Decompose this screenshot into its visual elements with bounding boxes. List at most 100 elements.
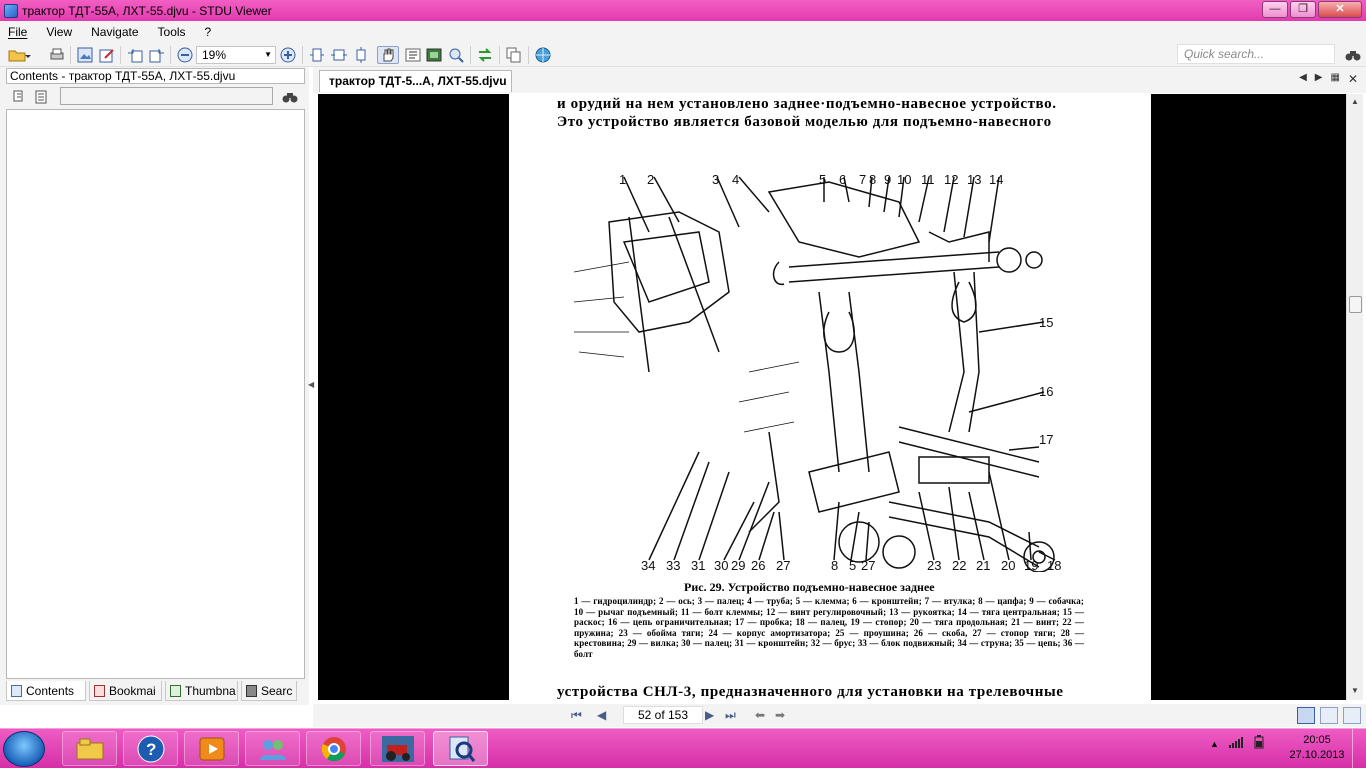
collapse-tree-icon[interactable]	[34, 88, 50, 106]
fig-label-29: 29	[731, 558, 745, 572]
menu-navigate[interactable]: Navigate	[91, 25, 138, 39]
rotate-right-icon[interactable]	[148, 46, 166, 64]
fit-page-icon[interactable]	[308, 46, 326, 64]
contents-panel: Contents - трактор ТДТ-55А, ЛХТ-55.djvu …	[0, 67, 309, 705]
fig-label-14: 14	[989, 172, 1003, 187]
tab-next-icon[interactable]: ▶	[1315, 72, 1323, 86]
fit-width-icon[interactable]	[330, 46, 348, 64]
document-tab[interactable]: трактор ТДТ-5...А, ЛХТ-55.djvu	[319, 70, 512, 92]
show-desktop-button[interactable]	[1352, 729, 1366, 768]
scroll-up-icon[interactable]: ▲	[1351, 97, 1359, 106]
chevron-down-icon: ▼	[264, 50, 272, 59]
snapshot-icon[interactable]	[425, 46, 443, 64]
tab-thumbnails[interactable]: Thumbna	[165, 681, 238, 701]
search-binoculars-icon[interactable]	[1344, 46, 1362, 64]
figure-caption: Рис. 29. Устройство подъемно-навесное за…	[684, 580, 935, 594]
maximize-button[interactable]: ❐	[1290, 1, 1316, 18]
zoom-out-icon[interactable]	[176, 46, 194, 64]
battery-icon[interactable]	[1253, 735, 1265, 752]
fig-label-10: 10	[897, 172, 911, 187]
panel-tabs: Contents Bookmai Thumbna Searc	[6, 681, 305, 703]
panel-splitter-arrow-icon[interactable]: ◀	[308, 380, 314, 389]
text-select-icon[interactable]	[404, 46, 422, 64]
svg-text:?: ?	[146, 740, 156, 759]
history-forward-icon[interactable]: ➡	[775, 708, 785, 722]
media-player-taskbar-icon[interactable]	[184, 731, 239, 766]
zoom-in-icon[interactable]	[279, 46, 297, 64]
fig-label-1: 1	[619, 172, 626, 187]
tab-bookmarks-label: Bookmai	[109, 683, 156, 698]
zoom-area-icon[interactable]	[447, 46, 465, 64]
rotate-left-icon[interactable]	[126, 46, 144, 64]
network-signal-icon[interactable]	[1228, 736, 1243, 751]
page-number-field[interactable]: 52 of 153	[623, 706, 703, 724]
close-tab-icon[interactable]: ✕	[1348, 72, 1358, 86]
users-taskbar-icon[interactable]	[245, 731, 300, 766]
fig-label-31: 31	[691, 558, 705, 572]
fit-height-icon[interactable]	[352, 46, 370, 64]
single-page-view-icon[interactable]	[1297, 707, 1315, 724]
contents-tree[interactable]	[6, 109, 305, 679]
hand-tool-icon[interactable]	[377, 46, 399, 64]
clock-date: 27.10.2013	[1289, 749, 1345, 761]
menu-tools[interactable]: Tools	[158, 25, 186, 39]
scroll-down-icon[interactable]: ▼	[1351, 686, 1359, 695]
menu-bar: File View Navigate Tools ?	[0, 21, 1366, 42]
tab-prev-icon[interactable]: ◀	[1299, 72, 1307, 86]
figure-legend: 1 — гидроцилиндр; 2 — ось; 3 — палец; 4 …	[574, 596, 1084, 659]
menu-file[interactable]: File	[8, 25, 27, 39]
toolbar: 19% ▼	[0, 42, 1366, 67]
web-globe-icon[interactable]	[534, 46, 552, 64]
fig-label-12: 12	[944, 172, 958, 187]
scrollbar-thumb[interactable]	[1349, 296, 1362, 313]
print-icon[interactable]	[48, 46, 66, 64]
help-taskbar-icon[interactable]: ?	[123, 731, 178, 766]
sync-arrows-icon[interactable]	[476, 46, 494, 64]
fig-label-19: 19	[1024, 558, 1038, 572]
minimize-button[interactable]: —	[1262, 1, 1288, 18]
tab-list-icon[interactable]: ▦	[1330, 72, 1339, 86]
next-page-icon[interactable]: ▶	[705, 708, 714, 722]
stdu-viewer-taskbar-icon[interactable]	[433, 731, 488, 766]
start-button[interactable]	[3, 731, 45, 767]
fig-label-4: 4	[732, 172, 739, 187]
zoom-value: 19%	[202, 48, 227, 62]
contents-search-binoculars-icon[interactable]	[281, 88, 299, 106]
fig-label-30: 30	[714, 558, 728, 572]
fig-label-7: 7	[859, 172, 866, 187]
document-page[interactable]: и орудий на нем установлено заднее·подъе…	[509, 94, 1151, 700]
menu-view[interactable]: View	[46, 25, 72, 39]
close-button[interactable]: ✕	[1318, 1, 1362, 18]
fig-label-34: 34	[641, 558, 655, 572]
contents-panel-title: Contents - трактор ТДТ-55А, ЛХТ-55.djvu	[6, 68, 305, 84]
export-image-icon[interactable]	[76, 46, 94, 64]
tray-expand-icon[interactable]: ▲	[1210, 739, 1219, 749]
document-viewer[interactable]: и орудий на нем установлено заднее·подъе…	[318, 94, 1346, 700]
expand-tree-icon[interactable]	[12, 88, 28, 106]
quick-search-input[interactable]: Quick search...	[1177, 44, 1335, 64]
zoom-select[interactable]: 19% ▼	[196, 46, 276, 64]
two-page-view-icon[interactable]	[1320, 707, 1338, 724]
tab-contents[interactable]: Contents	[6, 681, 86, 701]
chrome-taskbar-icon[interactable]	[306, 731, 361, 766]
tab-search[interactable]: Searc	[241, 681, 297, 701]
open-folder-icon[interactable]	[6, 46, 36, 64]
tractor-app-taskbar-icon[interactable]	[370, 731, 425, 766]
tab-bookmarks[interactable]: Bookmai	[89, 681, 162, 701]
grid-view-icon[interactable]	[1343, 707, 1361, 724]
history-back-icon[interactable]: ⬅	[755, 708, 765, 722]
menu-help[interactable]: ?	[205, 25, 212, 39]
edit-icon[interactable]	[98, 46, 116, 64]
search-icon	[246, 684, 257, 697]
previous-page-icon[interactable]: ◀	[597, 708, 606, 722]
explorer-taskbar-icon[interactable]	[62, 731, 117, 766]
system-clock[interactable]: 20:05 27.10.2013	[1287, 733, 1347, 763]
vertical-scrollbar[interactable]: ▲ ▼	[1346, 94, 1363, 700]
first-page-icon[interactable]: ⏮	[571, 708, 582, 723]
contents-search-input[interactable]	[60, 87, 273, 105]
fig-label-27b: 27	[861, 558, 875, 572]
last-page-icon[interactable]: ⏭	[725, 708, 736, 723]
fig-label-26: 26	[751, 558, 765, 572]
copy-icon[interactable]	[505, 46, 523, 64]
fig-label-6: 6	[839, 172, 846, 187]
